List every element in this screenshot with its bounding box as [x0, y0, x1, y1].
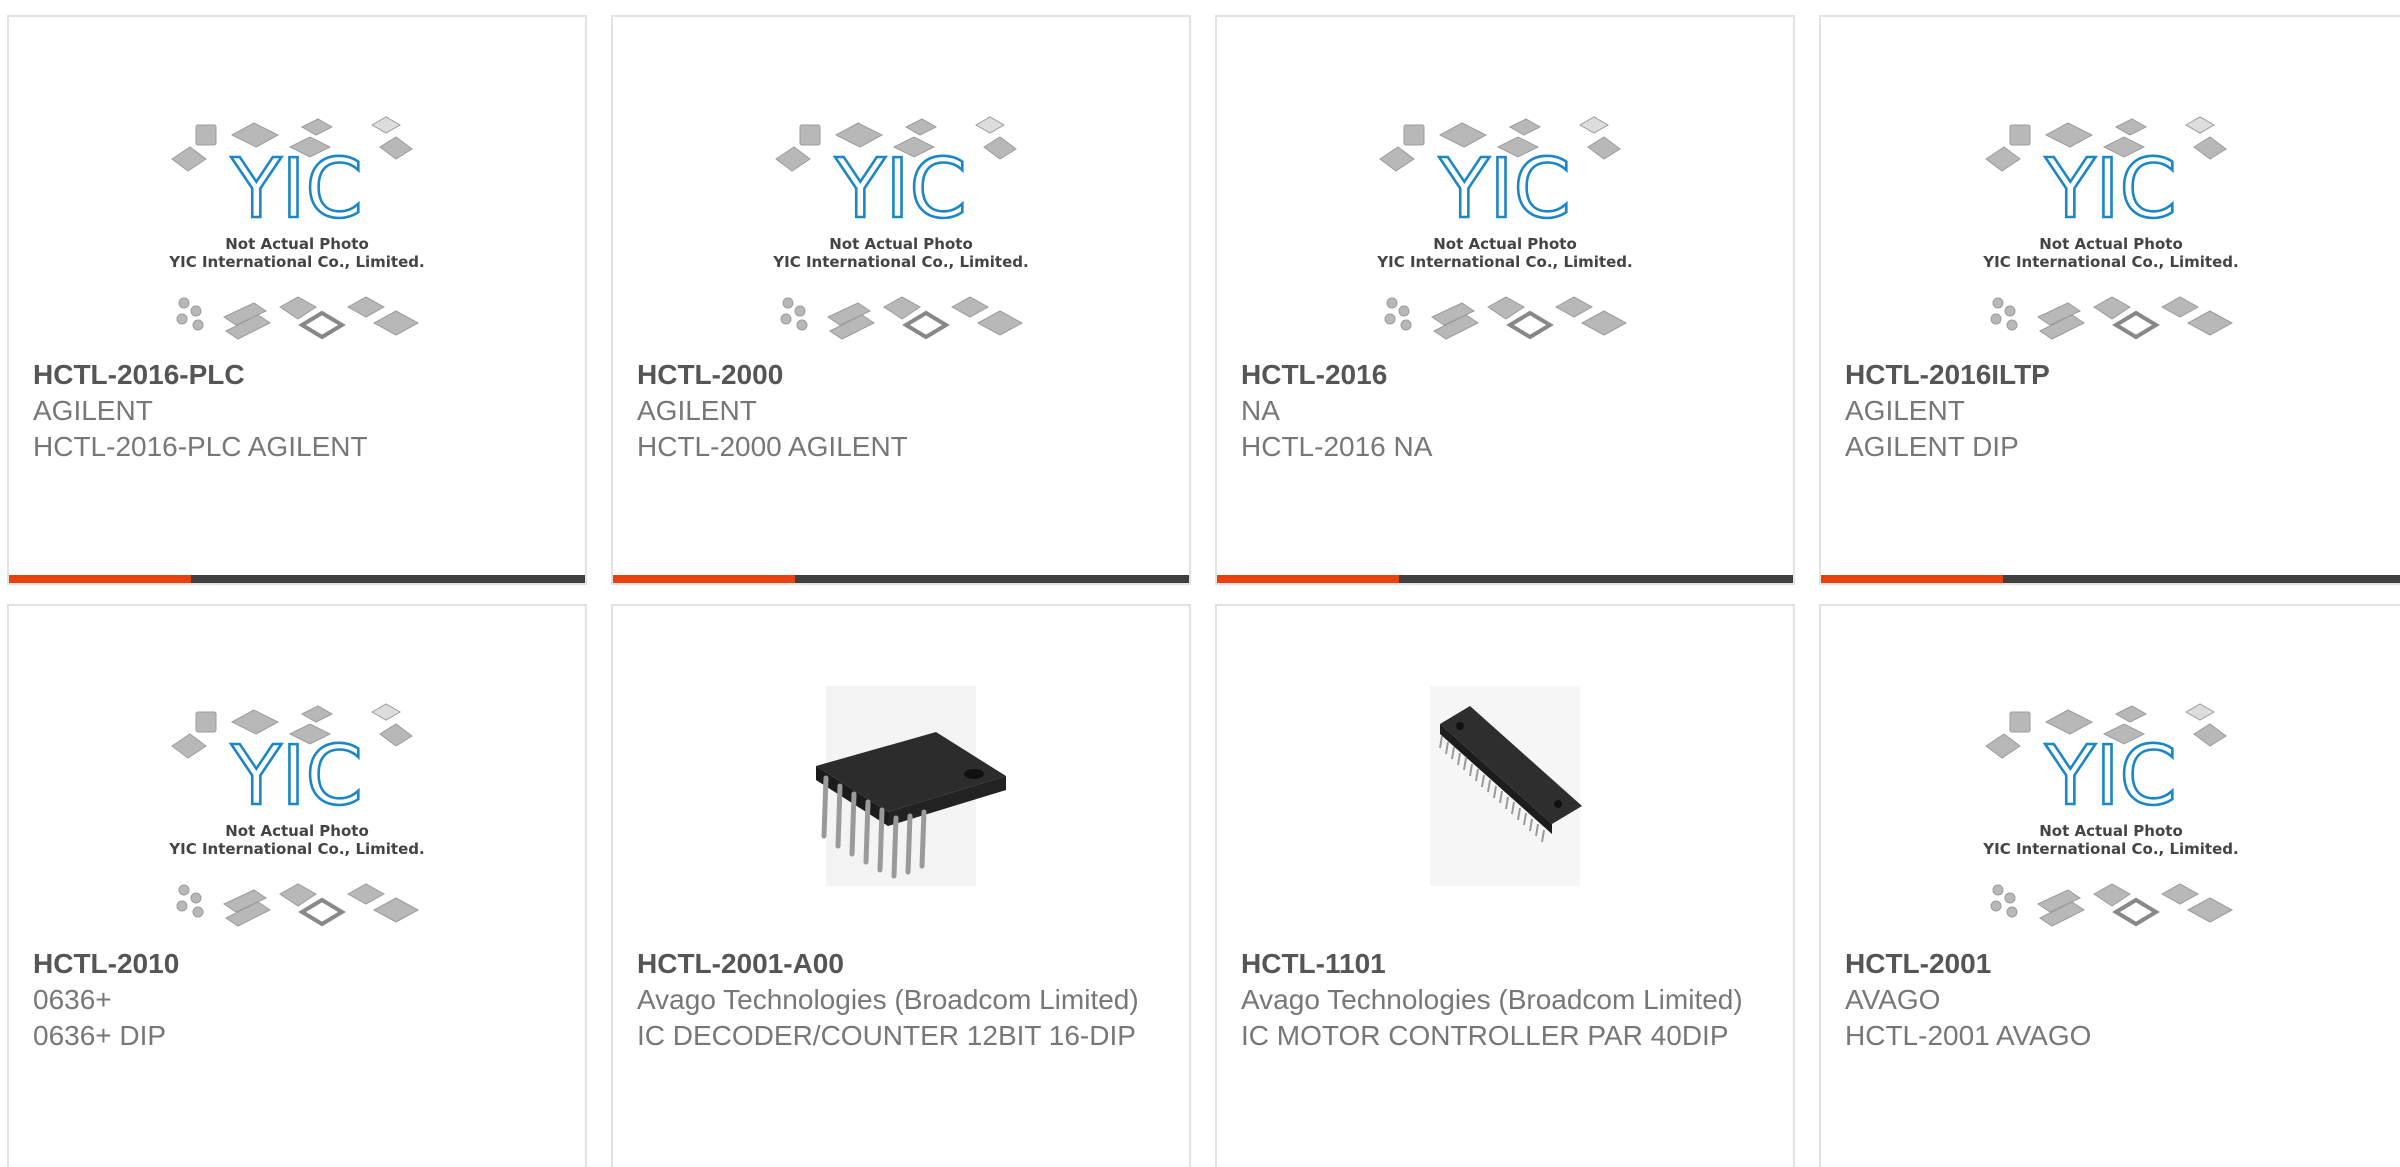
description: HCTL-2016 NA — [1241, 431, 1433, 462]
svg-text:YIC: YIC — [1438, 142, 1571, 237]
svg-text:YIC International Co., Limited: YIC International Co., Limited. — [168, 253, 424, 271]
description: IC DECODER/COUNTER 12BIT 16-DIP — [637, 1020, 1136, 1051]
part-number[interactable]: HCTL-2000 — [637, 357, 1165, 393]
card-bottom-bar — [613, 575, 1189, 583]
card-bottom-bar — [1217, 575, 1793, 583]
manufacturer: Avago Technologies (Broadcom Limited) — [637, 984, 1139, 1015]
part-number[interactable]: HCTL-2016 — [1241, 357, 1769, 393]
manufacturer: AGILENT — [33, 395, 153, 426]
placeholder-image: YIC Not Actual Photo YIC International C… — [1376, 116, 1633, 340]
svg-text:YIC International Co., Limited: YIC International Co., Limited. — [1376, 253, 1632, 271]
description: AGILENT DIP — [1845, 431, 2019, 462]
placeholder-image: YIC Not Actual Photo YIC International C… — [1982, 116, 2238, 340]
placeholder-image: YIC Not Actual Photo YIC International C… — [168, 703, 425, 927]
svg-text:Not Actual Photo: Not Actual Photo — [225, 235, 369, 253]
part-number[interactable]: HCTL-1101 — [1241, 946, 1769, 982]
product-card[interactable]: YIC Not Actual Photo YIC International C… — [7, 15, 587, 585]
description: 0636+ DIP — [33, 1020, 167, 1051]
product-card[interactable]: HCTL-2001-A00 Avago Technologies (Broadc… — [611, 604, 1191, 1167]
description: IC MOTOR CONTROLLER PAR 40DIP — [1241, 1020, 1729, 1051]
svg-text:Not Actual Photo: Not Actual Photo — [2039, 235, 2183, 253]
svg-text:Not Actual Photo: Not Actual Photo — [2039, 822, 2183, 840]
product-grid: YIC Not Actual Photo YIC International C… — [0, 0, 2400, 1167]
svg-text:YIC: YIC — [230, 142, 363, 237]
part-number[interactable]: HCTL-2016ILTP — [1845, 357, 2376, 393]
product-card[interactable]: YIC Not Actual Photo YIC International C… — [1819, 604, 2400, 1167]
description: HCTL-2000 AGILENT — [637, 431, 908, 462]
manufacturer: 0636+ — [33, 984, 112, 1015]
svg-text:YIC International Co., Limited: YIC International Co., Limited. — [1982, 840, 2238, 858]
placeholder-image: YIC Not Actual Photo YIC International C… — [772, 116, 1029, 340]
dip40-chip-image — [1430, 686, 1582, 886]
manufacturer: AGILENT — [1845, 395, 1965, 426]
svg-text:YIC International Co., Limited: YIC International Co., Limited. — [168, 840, 424, 858]
part-number[interactable]: HCTL-2001 — [1845, 946, 2376, 982]
manufacturer: AVAGO — [1845, 984, 1941, 1015]
svg-text:Not Actual Photo: Not Actual Photo — [1433, 235, 1577, 253]
svg-text:YIC International Co., Limited: YIC International Co., Limited. — [772, 253, 1028, 271]
description: HCTL-2016-PLC AGILENT — [33, 431, 368, 462]
description: HCTL-2001 AVAGO — [1845, 1020, 2092, 1051]
product-card[interactable]: YIC Not Actual Photo YIC International C… — [7, 604, 587, 1167]
manufacturer: Avago Technologies (Broadcom Limited) — [1241, 984, 1743, 1015]
svg-text:YIC: YIC — [2044, 142, 2177, 237]
svg-text:YIC: YIC — [2044, 729, 2177, 824]
manufacturer: NA — [1241, 395, 1280, 426]
part-number[interactable]: HCTL-2010 — [33, 946, 561, 982]
product-card[interactable]: YIC Not Actual Photo YIC International C… — [611, 15, 1191, 585]
svg-text:Not Actual Photo: Not Actual Photo — [829, 235, 973, 253]
card-bottom-bar — [1821, 575, 2400, 583]
manufacturer: AGILENT — [637, 395, 757, 426]
card-bottom-bar — [9, 575, 585, 583]
dip16-chip-image — [816, 686, 1006, 886]
part-number[interactable]: HCTL-2001-A00 — [637, 946, 1165, 982]
svg-text:YIC: YIC — [230, 729, 363, 824]
svg-text:Not Actual Photo: Not Actual Photo — [225, 822, 369, 840]
placeholder-image: YIC Not Actual Photo YIC International C… — [168, 116, 425, 340]
product-card[interactable]: YIC Not Actual Photo YIC International C… — [1819, 15, 2400, 585]
product-card[interactable]: YIC Not Actual Photo YIC International C… — [1215, 15, 1795, 585]
placeholder-image: YIC Not Actual Photo YIC International C… — [1982, 703, 2238, 927]
part-number[interactable]: HCTL-2016-PLC — [33, 357, 561, 393]
product-card[interactable]: HCTL-1101 Avago Technologies (Broadcom L… — [1215, 604, 1795, 1167]
svg-text:YIC International Co., Limited: YIC International Co., Limited. — [1982, 253, 2238, 271]
svg-text:YIC: YIC — [834, 142, 967, 237]
